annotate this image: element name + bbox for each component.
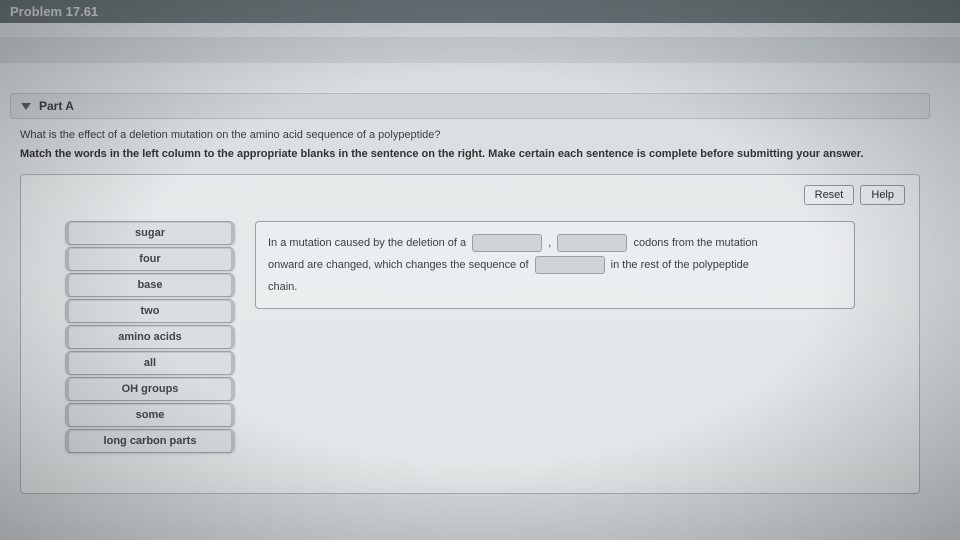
problem-header: Problem 17.61 xyxy=(0,0,960,23)
blank-slot[interactable] xyxy=(557,234,627,252)
word-item[interactable]: sugar xyxy=(65,221,235,245)
collapse-icon xyxy=(21,103,31,110)
part-title: Part A xyxy=(39,99,74,113)
problem-label: Problem 17.61 xyxy=(10,4,98,19)
word-item[interactable]: base xyxy=(65,273,235,297)
spacer-band xyxy=(0,37,960,63)
part-a-header[interactable]: Part A xyxy=(10,93,930,119)
sentence-seg: in the rest of the polypeptide xyxy=(611,259,749,271)
word-item[interactable]: all xyxy=(65,351,235,375)
word-bank: sugar four base two amino acids all OH g… xyxy=(65,221,235,453)
sentence-comma: , xyxy=(548,237,551,249)
sentence-seg: onward are changed, which changes the se… xyxy=(268,259,529,271)
blank-slot[interactable] xyxy=(535,256,605,274)
sentence-box: In a mutation caused by the deletion of … xyxy=(255,221,855,309)
blank-slot[interactable] xyxy=(472,234,542,252)
word-item[interactable]: two xyxy=(65,299,235,323)
sentence-seg: chain. xyxy=(268,281,297,293)
instruction-text: Match the words in the left column to th… xyxy=(20,147,920,162)
word-item[interactable]: amino acids xyxy=(65,325,235,349)
help-button[interactable]: Help xyxy=(860,185,905,205)
word-item[interactable]: four xyxy=(65,247,235,271)
word-item[interactable]: some xyxy=(65,403,235,427)
reset-button[interactable]: Reset xyxy=(804,185,855,205)
word-item[interactable]: OH groups xyxy=(65,377,235,401)
work-area: Reset Help sugar four base two amino aci… xyxy=(20,174,920,494)
question-text: What is the effect of a deletion mutatio… xyxy=(20,129,920,141)
sentence-seg: codons from the mutation xyxy=(633,237,757,249)
sentence-seg: In a mutation caused by the deletion of … xyxy=(268,237,466,249)
word-item[interactable]: long carbon parts xyxy=(65,429,235,453)
